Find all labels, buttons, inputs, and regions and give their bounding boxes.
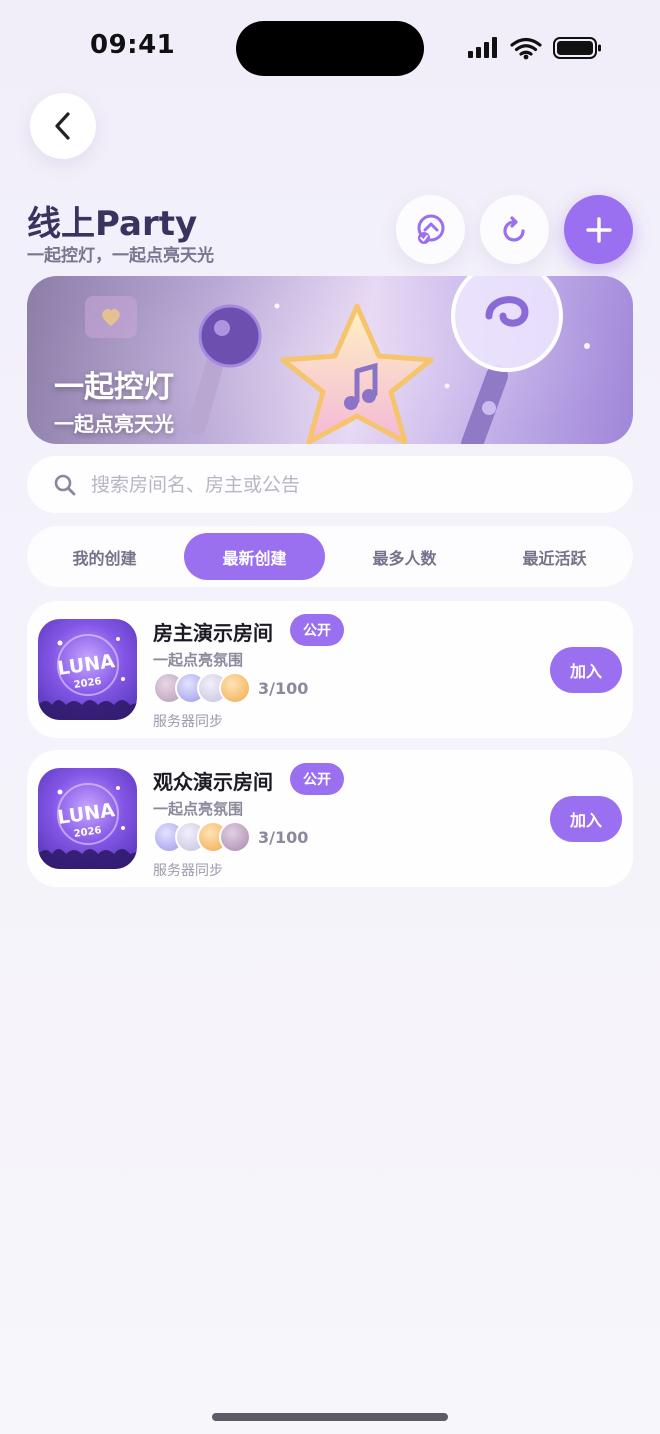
thumb-logo-text: LUNA [56, 799, 116, 829]
tab-most-people[interactable]: 最多人数 [334, 533, 475, 580]
room-thumbnail: LUNA 2026 [38, 768, 137, 869]
wifi-icon [510, 37, 542, 56]
back-button[interactable] [30, 93, 96, 159]
avatar [219, 672, 251, 704]
status-time: 09:41 [90, 30, 176, 60]
thumb-year-text: 2026 [73, 676, 102, 691]
cellular-signal-icon [468, 37, 497, 58]
tab-recent-active[interactable]: 最近活跃 [484, 533, 625, 580]
room-description: 一起点亮氛围 [153, 800, 244, 818]
room-thumbnail: LUNA 2026 [38, 619, 137, 720]
join-button[interactable]: 加入 [550, 796, 622, 842]
dynamic-island [236, 21, 424, 76]
tab-my-created[interactable]: 我的创建 [34, 533, 175, 580]
status-icons [468, 37, 601, 60]
plus-icon [585, 216, 612, 243]
room-name: 观众演示房间 [153, 770, 273, 794]
battery-icon [553, 37, 601, 59]
sync-status: 服务器同步 [153, 863, 223, 879]
avatar [219, 821, 251, 853]
public-badge: 公开 [290, 614, 344, 646]
add-room-button[interactable] [564, 195, 633, 264]
search-icon [54, 474, 76, 495]
page-subtitle: 一起控灯，一起点亮天光 [27, 246, 214, 266]
sync-status: 服务器同步 [153, 714, 223, 730]
banner-subtitle: 一起点亮天光 [54, 412, 174, 436]
tab-newest[interactable]: 最新创建 [184, 533, 325, 580]
thumb-year-text: 2026 [73, 825, 102, 840]
refresh-button[interactable] [480, 195, 549, 264]
party-icon [417, 214, 444, 244]
home-indicator[interactable] [212, 1413, 448, 1421]
member-count: 3/100 [258, 679, 309, 698]
member-avatars [153, 821, 263, 855]
banner-title: 一起控灯 [54, 370, 174, 405]
sort-tabs: 我的创建 最新创建 最多人数 最近活跃 [27, 526, 633, 587]
search-bar[interactable] [27, 456, 633, 513]
room-thumbnail-art: LUNA 2026 [38, 634, 137, 720]
join-button[interactable]: 加入 [550, 647, 622, 693]
thumb-logo-text: LUNA [56, 650, 116, 680]
member-count: 3/100 [258, 828, 309, 847]
refresh-icon [502, 215, 525, 242]
chevron-left-icon [55, 112, 70, 140]
room-description: 一起点亮氛围 [153, 651, 244, 669]
page-title: 线上Party [27, 204, 198, 244]
room-name: 房主演示房间 [153, 621, 273, 645]
hero-banner: 一起控灯 一起点亮天光 [27, 276, 633, 444]
search-input[interactable] [91, 473, 591, 496]
party-button[interactable] [396, 195, 465, 264]
public-badge: 公开 [290, 763, 344, 795]
room-card[interactable]: LUNA 2026 观众演示房间 公开 一起点亮氛围 3/100 服务器同步 加… [27, 750, 633, 887]
room-thumbnail-art: LUNA 2026 [38, 783, 137, 869]
member-avatars [153, 672, 263, 706]
room-card[interactable]: LUNA 2026 房主演示房间 公开 一起点亮氛围 3/100 服务器同步 加… [27, 601, 633, 738]
